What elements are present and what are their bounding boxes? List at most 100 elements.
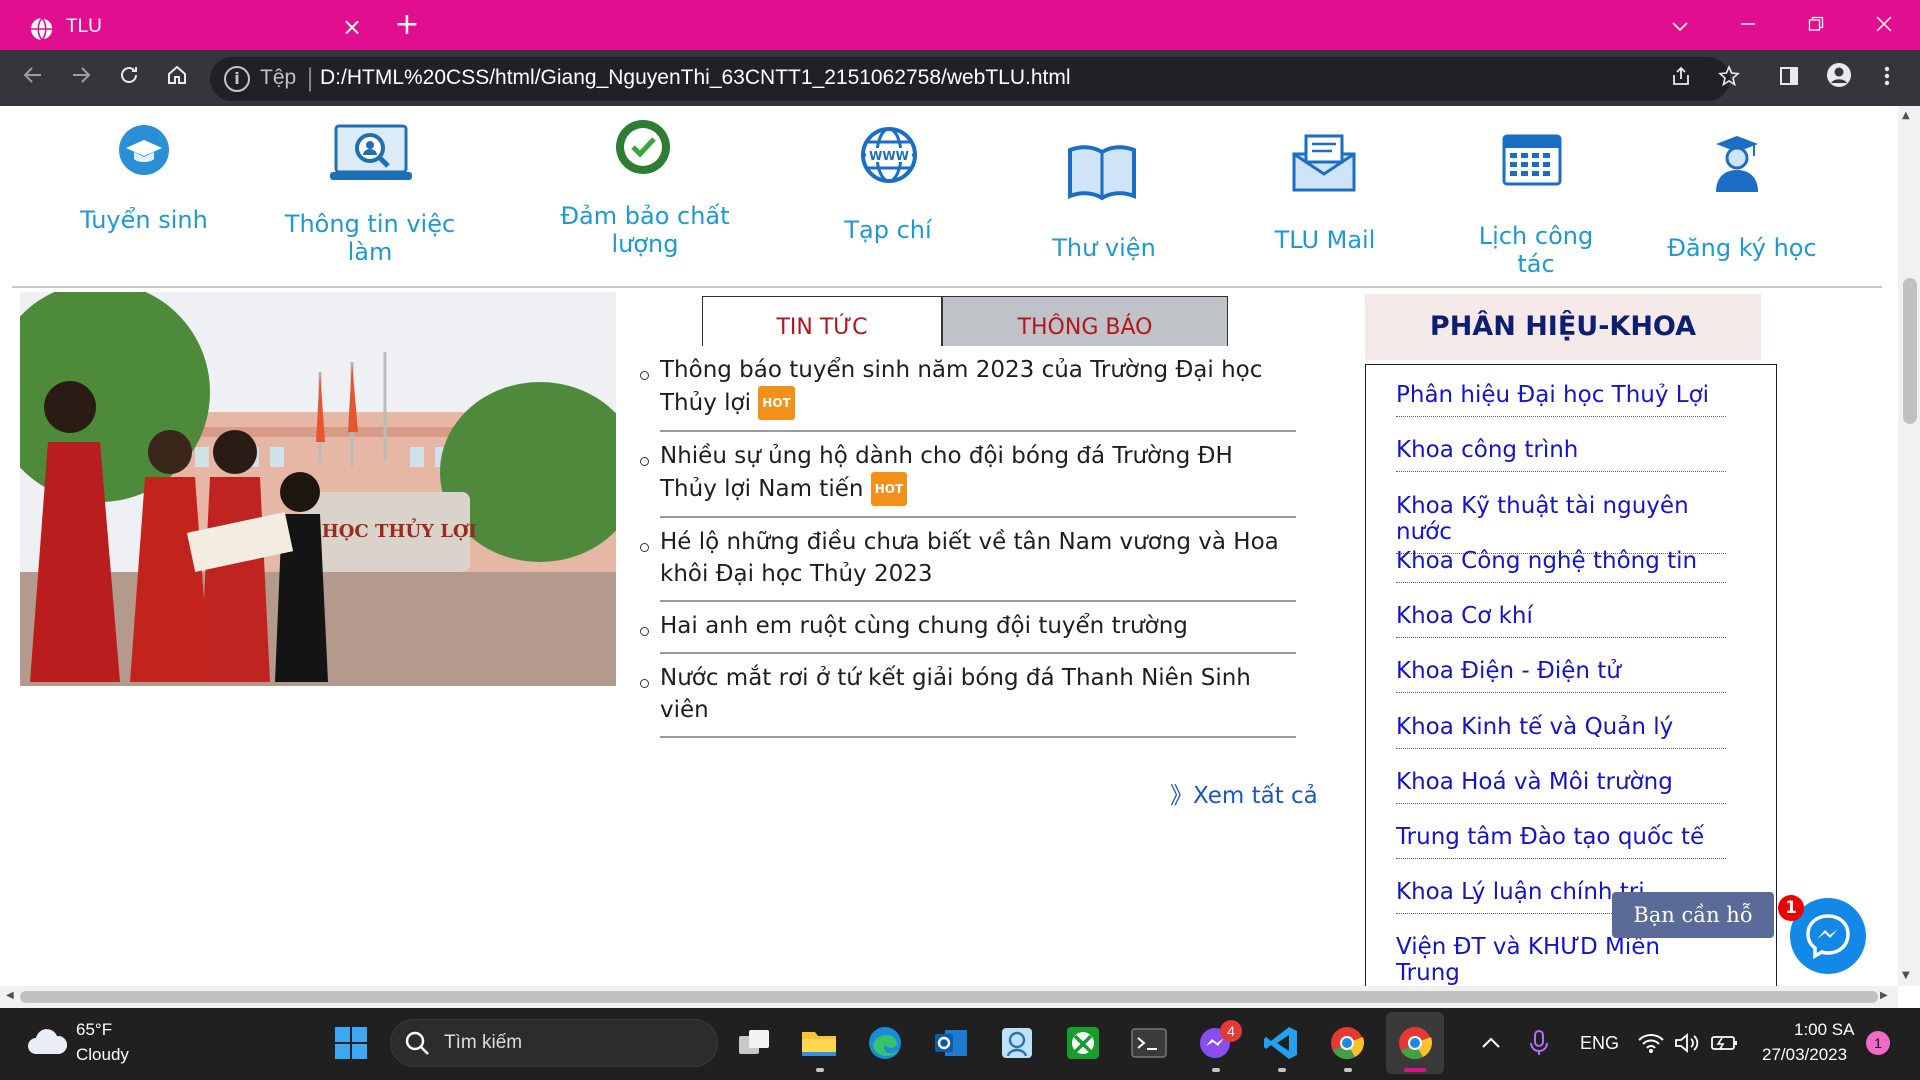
view-all-link[interactable]: 》Xem tất cả — [1170, 776, 1318, 810]
quick-link-tap-chi[interactable]: Tạp chí — [830, 216, 946, 244]
file-explorer-icon[interactable] — [796, 1020, 842, 1066]
notification-count-badge[interactable]: 1 — [1866, 1031, 1890, 1055]
vertical-scrollbar[interactable]: ▲ ▼ — [1898, 106, 1920, 986]
quick-link-chat-luong[interactable]: Đảm bảo chất lượng — [528, 202, 762, 258]
weather-temperature[interactable]: 65°F — [76, 1020, 112, 1040]
open-book-icon[interactable] — [1066, 144, 1138, 202]
news-item[interactable]: Hai anh em ruột cùng chung đội tuyển trư… — [640, 602, 1296, 654]
tab-tin-tuc[interactable]: TIN TỨC — [702, 296, 942, 346]
taskbar-search[interactable] — [390, 1019, 718, 1067]
edge-browser-icon[interactable] — [862, 1020, 908, 1066]
scroll-right-icon[interactable]: ▶ — [1880, 990, 1888, 1001]
running-indicator — [816, 1068, 824, 1072]
clock-date[interactable]: 27/03/2023 — [1762, 1045, 1847, 1065]
sidebar-item[interactable]: Khoa Hoá và Môi trường — [1396, 769, 1726, 804]
news-item[interactable]: Hé lộ những điều chưa biết về tân Nam vư… — [640, 518, 1296, 602]
minimize-icon[interactable] — [1728, 8, 1768, 42]
job-search-icon[interactable] — [330, 122, 412, 184]
battery-icon[interactable] — [1702, 1020, 1748, 1066]
bullet-icon — [640, 543, 649, 552]
mail-icon[interactable] — [1292, 134, 1356, 192]
task-view-icon[interactable] — [732, 1020, 778, 1066]
scroll-up-icon[interactable]: ▲ — [1902, 110, 1910, 121]
tab-search-icon[interactable] — [1660, 8, 1700, 42]
news-title[interactable]: Hai anh em ruột cùng chung đội tuyển trư… — [660, 613, 1188, 639]
sidebar-item[interactable]: Khoa Cơ khí — [1396, 603, 1726, 638]
quick-link-tuyen-sinh[interactable]: Tuyển sinh — [68, 206, 220, 234]
scrollbar-thumb[interactable] — [20, 991, 1878, 1003]
xbox-icon[interactable] — [1060, 1020, 1106, 1066]
news-title[interactable]: Nhiều sự ủng hộ dành cho đội bóng đá Trư… — [660, 443, 1233, 502]
search-placeholder[interactable]: Tìm kiếm — [444, 1032, 522, 1054]
close-tab-icon[interactable]: × — [338, 13, 366, 41]
news-title[interactable]: Nước mắt rơi ở tứ kết giải bóng đá Thanh… — [660, 665, 1251, 723]
clock-time[interactable]: 1:00 SA — [1794, 1020, 1855, 1040]
sidebar-item[interactable]: Khoa Kinh tế và Quản lý — [1396, 714, 1726, 749]
microphone-icon[interactable] — [1516, 1020, 1562, 1066]
outlook-icon[interactable] — [928, 1020, 974, 1066]
restore-icon[interactable] — [1796, 8, 1836, 42]
hot-badge: HOT — [758, 386, 795, 420]
news-item[interactable]: Thông báo tuyển sinh năm 2023 của Trường… — [640, 346, 1296, 432]
news-title[interactable]: Thông báo tuyển sinh năm 2023 của Trường… — [660, 357, 1262, 416]
hot-badge: HOT — [870, 472, 908, 506]
new-tab-button[interactable]: + — [390, 10, 424, 44]
sidebar-item[interactable]: Khoa Kỹ thuật tài nguyên nước — [1396, 493, 1726, 554]
quick-link-tlu-mail[interactable]: TLU Mail — [1262, 226, 1388, 254]
news-item[interactable]: Nước mắt rơi ở tứ kết giải bóng đá Thanh… — [640, 654, 1296, 738]
scroll-down-icon[interactable]: ▼ — [1902, 970, 1910, 981]
photos-app-icon[interactable] — [994, 1020, 1040, 1066]
news-title[interactable]: Hé lộ những điều chưa biết về tân Nam vư… — [660, 529, 1279, 587]
sidebar-item[interactable]: Khoa Công nghệ thông tin — [1396, 548, 1726, 583]
home-icon[interactable] — [160, 62, 194, 96]
more-menu-icon[interactable] — [1870, 62, 1904, 96]
bookmark-star-icon[interactable] — [1712, 62, 1746, 96]
vscode-icon[interactable] — [1258, 1020, 1304, 1066]
quick-link-viec-lam[interactable]: Thông tin việc làm — [262, 210, 478, 266]
chevron-up-icon[interactable] — [1468, 1020, 1514, 1066]
quick-link-lich-cong-tac[interactable]: Lịch công tác — [1458, 222, 1614, 278]
news-item[interactable]: Nhiều sự ủng hộ dành cho đội bóng đá Trư… — [640, 432, 1296, 518]
close-window-icon[interactable] — [1864, 8, 1904, 42]
support-chat-label[interactable]: Bạn cần hỗ trợ? — [1612, 892, 1774, 973]
forward-icon[interactable] — [64, 62, 98, 96]
sidebar-item[interactable]: Trung tâm Đào tạo quốc tế — [1396, 824, 1726, 859]
running-indicator — [1278, 1068, 1286, 1072]
www-globe-icon[interactable]: WWW — [860, 126, 918, 184]
bullet-icon — [640, 371, 649, 380]
windows-start-icon[interactable] — [328, 1020, 374, 1066]
back-icon[interactable] — [16, 62, 50, 96]
bullet-icon — [640, 679, 649, 688]
svg-text:WWW: WWW — [869, 149, 909, 163]
horizontal-scrollbar[interactable]: ◀ ▶ — [0, 986, 1898, 1008]
chat-notification-badge: 1 — [1778, 895, 1804, 921]
url-text[interactable]: D:/HTML%20CSS/html/Giang_NguyenThi_63CNT… — [320, 66, 1071, 90]
input-language[interactable]: ENG — [1580, 1033, 1619, 1054]
browser-tab[interactable]: TLU × — [12, 8, 368, 50]
tab-thong-bao[interactable]: THÔNG BÁO — [942, 296, 1228, 346]
chrome-icon[interactable] — [1324, 1020, 1370, 1066]
tab-title: TLU — [66, 16, 102, 37]
side-panel-icon[interactable] — [1772, 62, 1806, 96]
quality-assurance-icon[interactable] — [614, 118, 672, 176]
cloud-weather-icon[interactable] — [26, 1026, 68, 1056]
page-viewport: WWW Tuyển sinh Thông tin việc làm Đảm bả… — [0, 106, 1920, 986]
chrome-active-icon[interactable] — [1392, 1020, 1438, 1066]
sidebar-item[interactable]: Phân hiệu Đại học Thuỷ Lợi — [1396, 382, 1726, 417]
quick-link-dang-ky-hoc[interactable]: Đăng ký học — [1666, 234, 1818, 262]
sidebar-item[interactable]: Khoa Điện - Điện tử — [1396, 658, 1726, 693]
graduate-student-icon[interactable] — [1712, 134, 1762, 194]
scroll-left-icon[interactable]: ◀ — [6, 990, 14, 1001]
weather-description[interactable]: Cloudy — [76, 1045, 129, 1065]
scrollbar-thumb[interactable] — [1903, 278, 1917, 424]
sidebar-title: PHÂN HIỆU-KHOA — [1365, 294, 1761, 360]
quick-link-thu-vien[interactable]: Thư viện — [1040, 234, 1168, 262]
sidebar-item[interactable]: Khoa công trình — [1396, 437, 1726, 472]
profile-icon[interactable] — [1822, 62, 1856, 96]
graduation-cap-icon[interactable] — [118, 124, 170, 176]
reload-icon[interactable] — [112, 62, 146, 96]
calendar-icon[interactable] — [1502, 128, 1562, 186]
info-icon[interactable]: i — [224, 66, 250, 92]
share-icon[interactable] — [1664, 62, 1698, 96]
terminal-icon[interactable] — [1126, 1020, 1172, 1066]
